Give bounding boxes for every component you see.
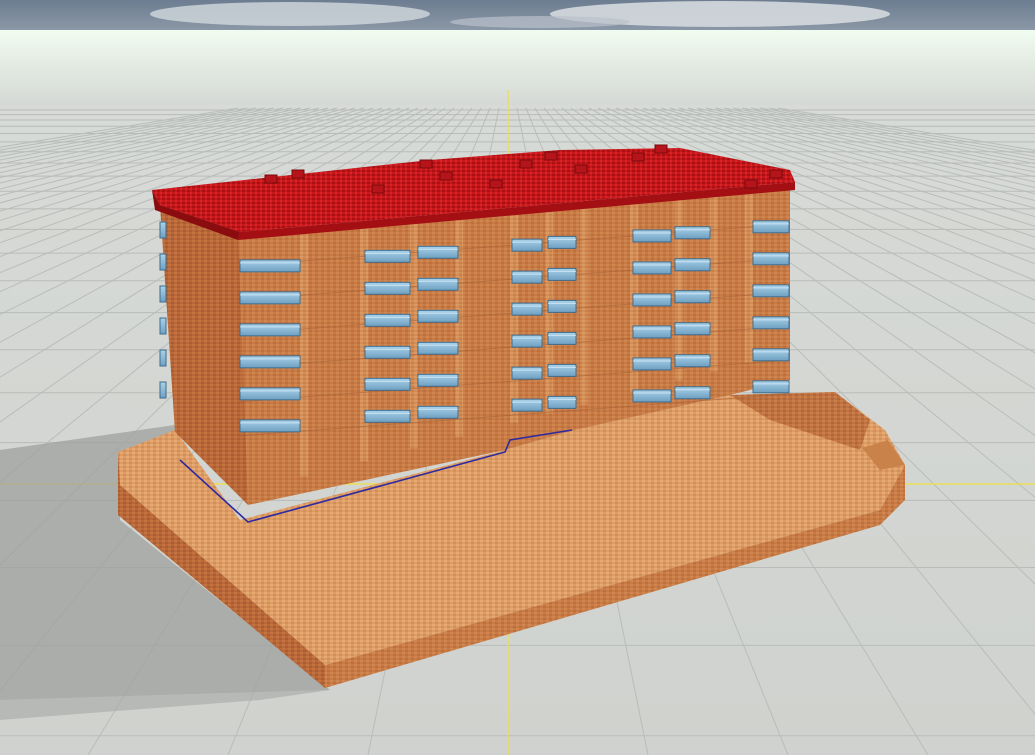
sky xyxy=(0,0,1035,30)
scene-canvas[interactable] xyxy=(0,0,1035,755)
3d-viewport[interactable] xyxy=(0,0,1035,755)
